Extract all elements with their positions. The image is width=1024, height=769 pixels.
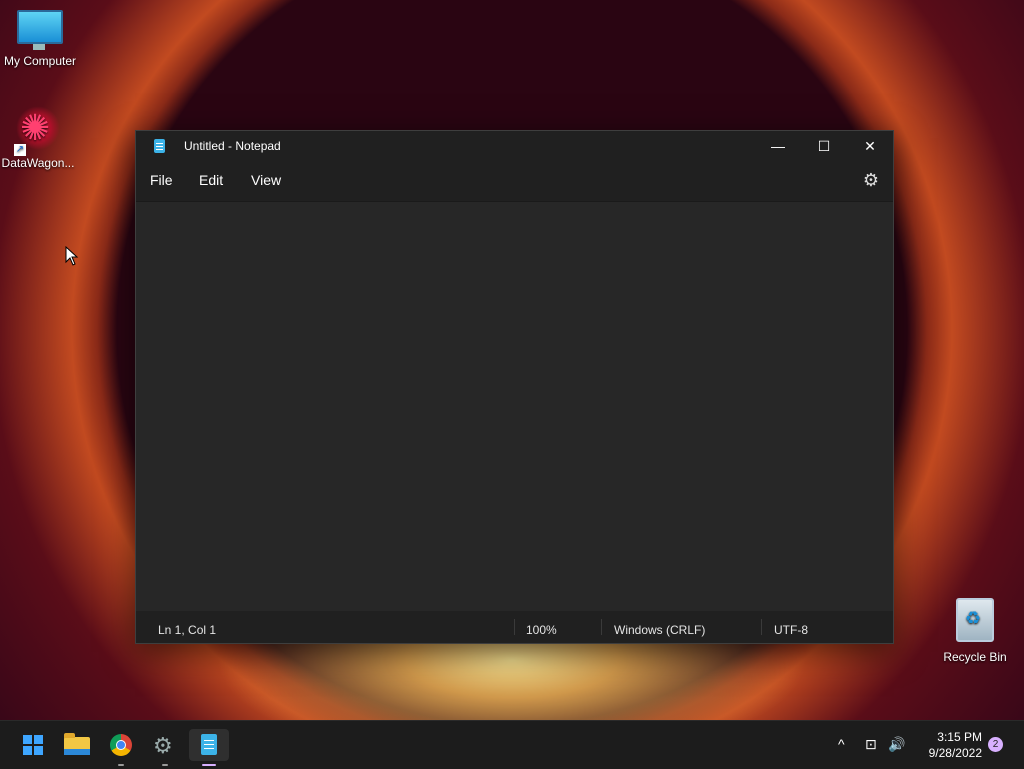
title-bar[interactable]: Untitled - Notepad — ☐ ✕ [136, 131, 893, 161]
window-title: Untitled - Notepad [184, 139, 281, 153]
desktop-icon-label: My Computer [3, 54, 77, 68]
chrome-button[interactable] [101, 729, 141, 766]
desktop-icon-datawagon[interactable]: ✺ ↗ DataWagon... [0, 106, 78, 170]
status-bar: Ln 1, Col 1 100% Windows (CRLF) UTF-8 [136, 611, 893, 643]
gear-icon[interactable]: ⚙ [863, 170, 879, 191]
minimize-button[interactable]: — [755, 131, 801, 161]
encoding: UTF-8 [774, 623, 808, 637]
shortcut-arrow-icon: ↗ [14, 144, 26, 156]
status-divider [601, 619, 602, 635]
status-divider [514, 619, 515, 635]
notepad-window[interactable]: Untitled - Notepad — ☐ ✕ File Edit View … [135, 130, 894, 644]
start-button[interactable] [12, 729, 52, 761]
notepad-icon [201, 734, 217, 755]
menu-edit[interactable]: Edit [199, 172, 223, 188]
running-indicator [162, 764, 168, 766]
clock[interactable]: 3:15 PM 9/28/2022 [912, 729, 982, 761]
windows-logo-icon [23, 735, 43, 755]
taskbar: ⚙ ^ ⊡ 🔊 3:15 PM 9/28/2022 2 [0, 720, 1024, 769]
network-icon[interactable]: ⊡ [865, 736, 877, 753]
running-indicator [118, 764, 124, 766]
show-hidden-icons-chevron-icon[interactable]: ^ [838, 736, 845, 752]
chrome-icon [110, 734, 132, 756]
status-divider [761, 619, 762, 635]
notepad-app-icon [154, 139, 165, 153]
desktop-icon-label: DataWagon... [1, 156, 75, 170]
maximize-button[interactable]: ☐ [801, 131, 847, 161]
recycle-bin-icon: ♻ [956, 598, 994, 642]
folder-icon [64, 733, 90, 755]
computer-icon [17, 10, 63, 50]
clock-time: 3:15 PM [937, 730, 982, 744]
menu-view[interactable]: View [251, 172, 281, 188]
menu-bar: File Edit View ⚙ [136, 161, 893, 202]
volume-icon[interactable]: 🔊 [888, 736, 905, 753]
clock-date: 9/28/2022 [928, 746, 982, 760]
datawagon-icon: ✺ ↗ [14, 106, 60, 156]
close-button[interactable]: ✕ [847, 131, 893, 161]
line-ending: Windows (CRLF) [614, 623, 706, 637]
notification-badge[interactable]: 2 [988, 737, 1003, 752]
menu-file[interactable]: File [150, 172, 173, 188]
file-explorer-button[interactable] [57, 729, 97, 761]
desktop-icon-my-computer[interactable]: My Computer [0, 10, 80, 68]
settings-gear-icon: ⚙ [153, 733, 173, 758]
settings-button[interactable]: ⚙ [145, 729, 185, 766]
notepad-taskbar-button[interactable] [189, 729, 229, 766]
text-editor-area[interactable] [136, 202, 893, 610]
cursor-position: Ln 1, Col 1 [158, 623, 217, 637]
active-indicator [202, 764, 216, 766]
desktop-icon-label: Recycle Bin [943, 650, 1007, 664]
zoom-level: 100% [526, 623, 557, 637]
desktop-icon-recycle-bin[interactable]: ♻ Recycle Bin [935, 598, 1015, 664]
